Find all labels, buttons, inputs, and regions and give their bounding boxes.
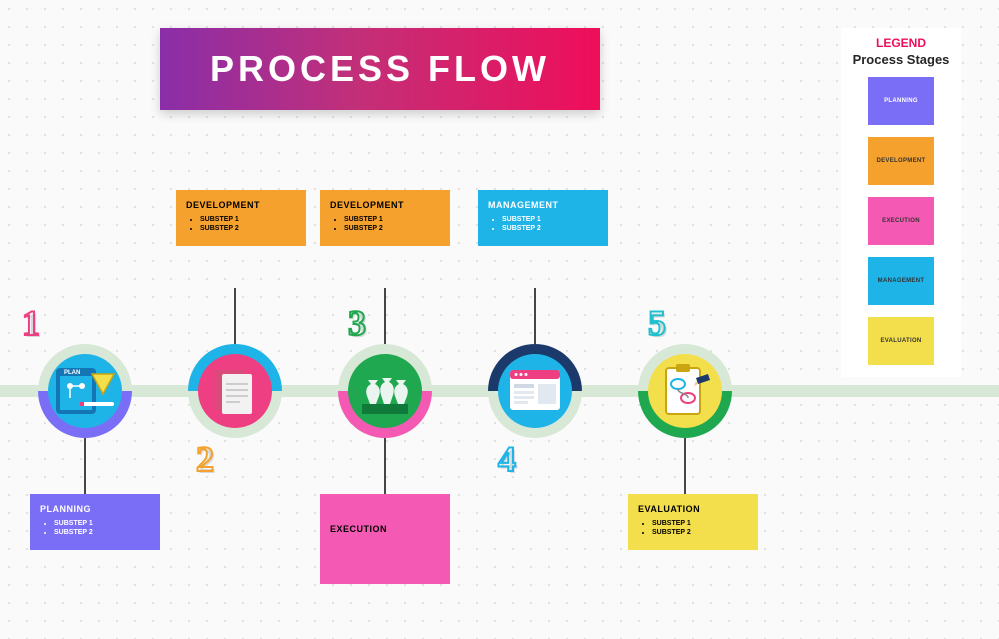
documents-icon xyxy=(198,354,272,428)
clipboard-review-icon xyxy=(648,354,722,428)
card-management: MANAGEMENT SUBSTEP 1 SUBSTEP 2 xyxy=(478,190,608,246)
browser-window-icon xyxy=(498,354,572,428)
step-number-3: 3 xyxy=(348,302,366,344)
title-text: PROCESS FLOW xyxy=(210,48,550,90)
node-development xyxy=(188,344,282,438)
substep: SUBSTEP 1 xyxy=(652,520,748,527)
substep: SUBSTEP 2 xyxy=(652,529,748,536)
node-core: PLAN xyxy=(48,354,122,428)
legend-item-execution: EXECUTION xyxy=(868,197,934,245)
card-subs: SUBSTEP 1 SUBSTEP 2 xyxy=(638,520,748,536)
legend-subtitle: Process Stages xyxy=(849,52,953,67)
card-title: MANAGEMENT xyxy=(488,200,598,210)
node-execution xyxy=(338,344,432,438)
card-development-a: DEVELOPMENT SUBSTEP 1 SUBSTEP 2 xyxy=(176,190,306,246)
substep: SUBSTEP 2 xyxy=(54,529,150,536)
card-subs: SUBSTEP 1 SUBSTEP 2 xyxy=(40,520,150,536)
connector-line xyxy=(234,288,236,344)
substep: SUBSTEP 1 xyxy=(54,520,150,527)
node-planning: PLAN xyxy=(38,344,132,438)
substep: SUBSTEP 1 xyxy=(502,216,598,223)
substep: SUBSTEP 2 xyxy=(502,225,598,232)
node-evaluation xyxy=(638,344,732,438)
substep: SUBSTEP 2 xyxy=(344,225,440,232)
card-subs: SUBSTEP 1 SUBSTEP 2 xyxy=(330,216,440,232)
substep: SUBSTEP 2 xyxy=(200,225,296,232)
legend-item-development: DEVELOPMENT xyxy=(868,137,934,185)
node-core xyxy=(648,354,722,428)
title-banner: PROCESS FLOW xyxy=(160,28,600,110)
planning-icon: PLAN xyxy=(48,354,122,428)
card-title: EVALUATION xyxy=(638,504,748,514)
step-number-5: 5 xyxy=(648,302,666,344)
chess-icon xyxy=(348,354,422,428)
connector-line xyxy=(684,438,686,494)
legend-title: LEGEND xyxy=(849,36,953,50)
step-number-2: 2 xyxy=(196,438,214,480)
node-core xyxy=(348,354,422,428)
node-core xyxy=(198,354,272,428)
step-number-1: 1 xyxy=(22,302,40,344)
substep: SUBSTEP 1 xyxy=(200,216,296,223)
svg-text:PLAN: PLAN xyxy=(64,370,80,376)
card-planning: PLANNING SUBSTEP 1 SUBSTEP 2 xyxy=(30,494,160,550)
card-title: DEVELOPMENT xyxy=(330,200,440,210)
legend-item-planning: PLANNING xyxy=(868,77,934,125)
card-evaluation: EVALUATION SUBSTEP 1 SUBSTEP 2 xyxy=(628,494,758,550)
legend: LEGEND Process Stages PLANNING DEVELOPME… xyxy=(841,28,961,377)
legend-item-evaluation: EVALUATION xyxy=(868,317,934,365)
substep: SUBSTEP 1 xyxy=(344,216,440,223)
node-core xyxy=(498,354,572,428)
connector-line-up xyxy=(384,288,386,344)
card-execution: EXECUTION xyxy=(320,494,450,584)
card-subs: SUBSTEP 1 SUBSTEP 2 xyxy=(186,216,296,232)
card-title: PLANNING xyxy=(40,504,150,514)
card-development-b: DEVELOPMENT SUBSTEP 1 SUBSTEP 2 xyxy=(320,190,450,246)
card-title: DEVELOPMENT xyxy=(186,200,296,210)
card-subs: SUBSTEP 1 SUBSTEP 2 xyxy=(488,216,598,232)
connector-line xyxy=(84,438,86,494)
node-management xyxy=(488,344,582,438)
legend-item-management: MANAGEMENT xyxy=(868,257,934,305)
step-number-4: 4 xyxy=(498,438,516,480)
connector-line xyxy=(384,438,386,494)
connector-line xyxy=(534,288,536,344)
card-title: EXECUTION xyxy=(330,524,440,534)
